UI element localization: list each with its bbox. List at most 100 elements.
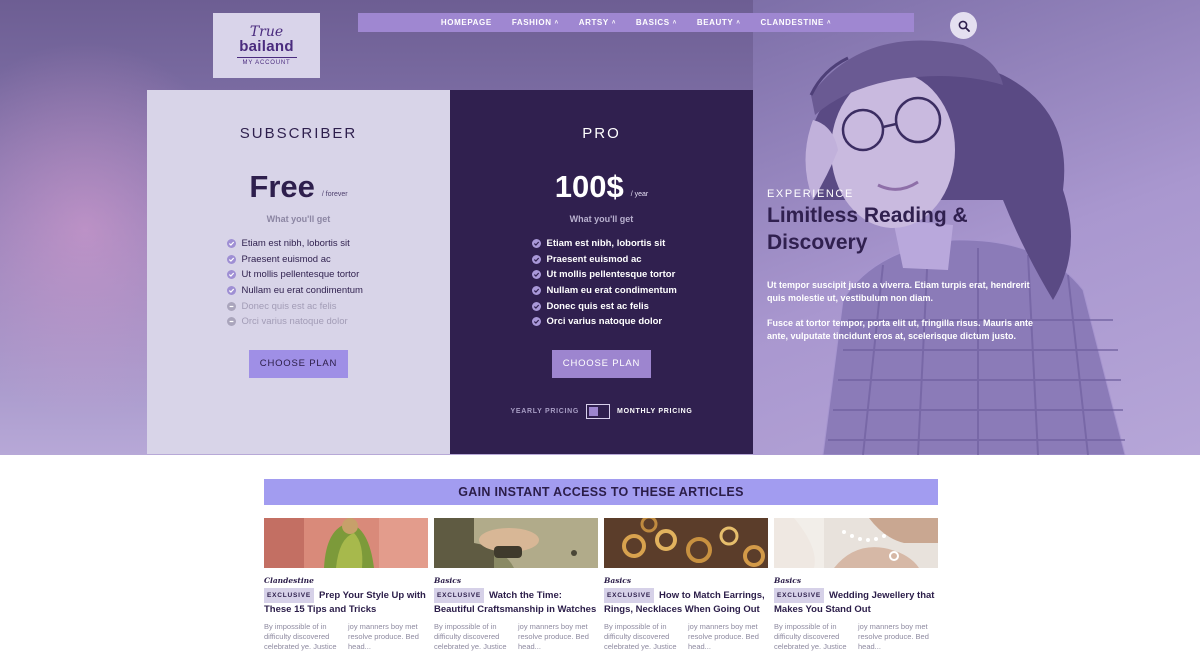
plan-features-heading: What you'll get bbox=[266, 214, 331, 224]
chevron-down-icon: ˄ bbox=[826, 19, 832, 26]
article-excerpt: By impossible of in difficulty discovere… bbox=[264, 622, 428, 652]
search-button[interactable] bbox=[950, 12, 977, 39]
excerpt-col-right: joy manners boy met resolve produce. Bed… bbox=[348, 622, 419, 651]
article-excerpt: By impossible of in difficulty discovere… bbox=[604, 622, 768, 652]
article-thumbnail[interactable] bbox=[604, 518, 768, 568]
feature-text: Ut mollis pellentesque tortor bbox=[241, 269, 360, 281]
check-icon bbox=[531, 239, 541, 249]
article-thumbnail-image bbox=[774, 518, 938, 568]
minus-icon bbox=[226, 317, 236, 327]
feature-item: Ut mollis pellentesque tortor bbox=[531, 267, 692, 283]
feature-item: Etiam est nibh, lobortis sit bbox=[226, 236, 387, 252]
pricing-toggle[interactable] bbox=[586, 403, 611, 419]
feature-item: Praesent euismod ac bbox=[226, 252, 387, 268]
exclusive-badge: EXCLUSIVE bbox=[264, 588, 315, 603]
hero-headline: Limitless Reading & Discovery bbox=[767, 204, 968, 254]
article-excerpt: By impossible of in difficulty discovere… bbox=[774, 622, 938, 652]
article-card[interactable]: Basics EXCLUSIVE Watch the Time: Beautifu… bbox=[434, 518, 598, 660]
my-account-link[interactable]: MY ACCOUNT bbox=[243, 60, 291, 66]
site-logo[interactable]: True bailand MY ACCOUNT bbox=[213, 13, 320, 78]
main-nav: HOMEPAGE FASHION ˄ ARTSY ˄ BASICS ˄ BEAU… bbox=[358, 13, 914, 32]
nav-item-artsy[interactable]: ARTSY ˄ bbox=[579, 18, 616, 27]
plan-price-row: 100$ / year bbox=[555, 166, 648, 202]
excerpt-col-left: By impossible of in difficulty discovere… bbox=[434, 622, 507, 651]
search-icon bbox=[958, 20, 970, 32]
plan-period: / forever bbox=[321, 191, 348, 198]
article-thumbnail[interactable] bbox=[774, 518, 938, 568]
article-category[interactable]: Basics bbox=[774, 576, 938, 585]
hero-copy: EXPERIENCE Limitless Reading & Discovery… bbox=[767, 188, 1037, 342]
feature-item: Donec quis est ac felis bbox=[226, 298, 387, 314]
logo-divider bbox=[236, 57, 297, 58]
article-card[interactable]: Clandestine EXCLUSIVE Prep Your Style Up … bbox=[264, 518, 428, 660]
article-category[interactable]: Basics bbox=[604, 576, 768, 585]
article-title[interactable]: EXCLUSIVE Wedding Jewellery that Makes Yo… bbox=[774, 588, 938, 616]
choose-plan-subscriber-button[interactable]: CHOOSE PLAN bbox=[249, 349, 348, 378]
excerpt-col-left: By impossible of in difficulty discovere… bbox=[774, 622, 847, 651]
plan-feature-list: Etiam est nibh, lobortis sit Praesent eu… bbox=[226, 236, 387, 330]
feature-item: Orci varius natoque dolor bbox=[531, 314, 692, 330]
toggle-knob bbox=[589, 406, 599, 416]
article-title[interactable]: EXCLUSIVE Watch the Time: Beautiful Craft… bbox=[434, 588, 598, 616]
check-icon bbox=[531, 254, 541, 264]
article-category[interactable]: Clandestine bbox=[264, 576, 428, 585]
plan-period: / year bbox=[630, 191, 649, 198]
feature-item: Ut mollis pellentesque tortor bbox=[226, 267, 387, 283]
plan-title: SUBSCRIBER bbox=[239, 125, 358, 142]
nav-item-label: HOMEPAGE bbox=[440, 18, 492, 27]
plan-card-subscriber: SUBSCRIBER Free / forever What you'll ge… bbox=[147, 90, 450, 454]
article-category[interactable]: Basics bbox=[434, 576, 598, 585]
choose-plan-pro-button[interactable]: CHOOSE PLAN bbox=[552, 349, 651, 378]
check-icon bbox=[531, 317, 541, 327]
nav-item-basics[interactable]: BASICS ˄ bbox=[636, 18, 677, 27]
plan-title: PRO bbox=[582, 125, 621, 142]
article-thumbnail[interactable] bbox=[264, 518, 428, 568]
plan-card-pro: PRO 100$ / year What you'll get Etiam es… bbox=[450, 90, 753, 454]
article-title[interactable]: EXCLUSIVE How to Match Earrings, Rings, N… bbox=[604, 588, 768, 616]
articles-section-title: GAIN INSTANT ACCESS TO THESE ARTICLES bbox=[458, 485, 744, 499]
article-excerpt: By impossible of in difficulty discovere… bbox=[434, 622, 598, 652]
article-card[interactable]: Basics EXCLUSIVE Wedding Jewellery that M… bbox=[774, 518, 938, 660]
plan-feature-list: Etiam est nibh, lobortis sit Praesent eu… bbox=[531, 236, 692, 330]
exclusive-badge: EXCLUSIVE bbox=[434, 588, 485, 603]
nav-item-label: CLANDESTINE bbox=[760, 18, 824, 27]
feature-text: Ut mollis pellentesque tortor bbox=[546, 269, 676, 281]
nav-item-label: BASICS bbox=[635, 18, 670, 27]
hero-body-paragraph: Ut tempor suscipit justo a viverra. Etia… bbox=[767, 280, 1030, 303]
feature-item: Orci varius natoque dolor bbox=[226, 314, 387, 330]
hero-body-paragraph: Fusce at tortor tempor, porta elit ut, f… bbox=[767, 318, 1034, 341]
nav-item-fashion[interactable]: FASHION ˄ bbox=[512, 18, 559, 27]
hero-eyebrow: EXPERIENCE bbox=[767, 188, 854, 200]
hero-section: True bailand MY ACCOUNT HOMEPAGE FASHION… bbox=[0, 0, 1200, 455]
excerpt-col-left: By impossible of in difficulty discovere… bbox=[604, 622, 677, 651]
feature-text: Donec quis est ac felis bbox=[241, 300, 337, 312]
feature-item: Etiam est nibh, lobortis sit bbox=[531, 236, 692, 252]
article-title[interactable]: EXCLUSIVE Prep Your Style Up with These 1… bbox=[264, 588, 428, 616]
feature-text: Nullam eu erat condimentum bbox=[241, 285, 363, 297]
excerpt-col-right: joy manners boy met resolve produce. Bed… bbox=[518, 622, 589, 651]
nav-item-homepage[interactable]: HOMEPAGE bbox=[441, 18, 492, 27]
feature-item: Donec quis est ac felis bbox=[531, 298, 692, 314]
plan-price: Free bbox=[249, 169, 315, 204]
article-card[interactable]: Basics EXCLUSIVE How to Match Earrings, R… bbox=[604, 518, 768, 660]
check-icon bbox=[531, 286, 541, 296]
feature-text: Nullam eu erat condimentum bbox=[546, 285, 677, 297]
check-icon bbox=[531, 301, 541, 311]
logo-mark: True bbox=[249, 24, 284, 40]
exclusive-badge: EXCLUSIVE bbox=[774, 588, 825, 603]
check-icon bbox=[226, 286, 236, 296]
chevron-down-icon: ˄ bbox=[672, 19, 677, 26]
article-list: Clandestine EXCLUSIVE Prep Your Style Up … bbox=[264, 518, 938, 660]
check-icon bbox=[226, 270, 236, 280]
nav-item-beauty[interactable]: BEAUTY ˄ bbox=[697, 18, 741, 27]
chevron-down-icon: ˄ bbox=[611, 19, 616, 26]
yearly-pricing-label[interactable]: YEARLY PRICING bbox=[511, 408, 580, 415]
nav-item-clandestine[interactable]: CLANDESTINE ˄ bbox=[760, 18, 831, 27]
article-thumbnail[interactable] bbox=[434, 518, 598, 568]
pricing-toggle-row: YEARLY PRICING MONTHLY PRICING bbox=[511, 403, 693, 419]
excerpt-col-left: By impossible of in difficulty discovere… bbox=[264, 622, 337, 651]
chevron-down-icon: ˄ bbox=[736, 19, 741, 26]
article-thumbnail-image bbox=[434, 518, 598, 568]
feature-text: Orci varius natoque dolor bbox=[241, 316, 348, 328]
monthly-pricing-label[interactable]: MONTHLY PRICING bbox=[617, 408, 692, 415]
